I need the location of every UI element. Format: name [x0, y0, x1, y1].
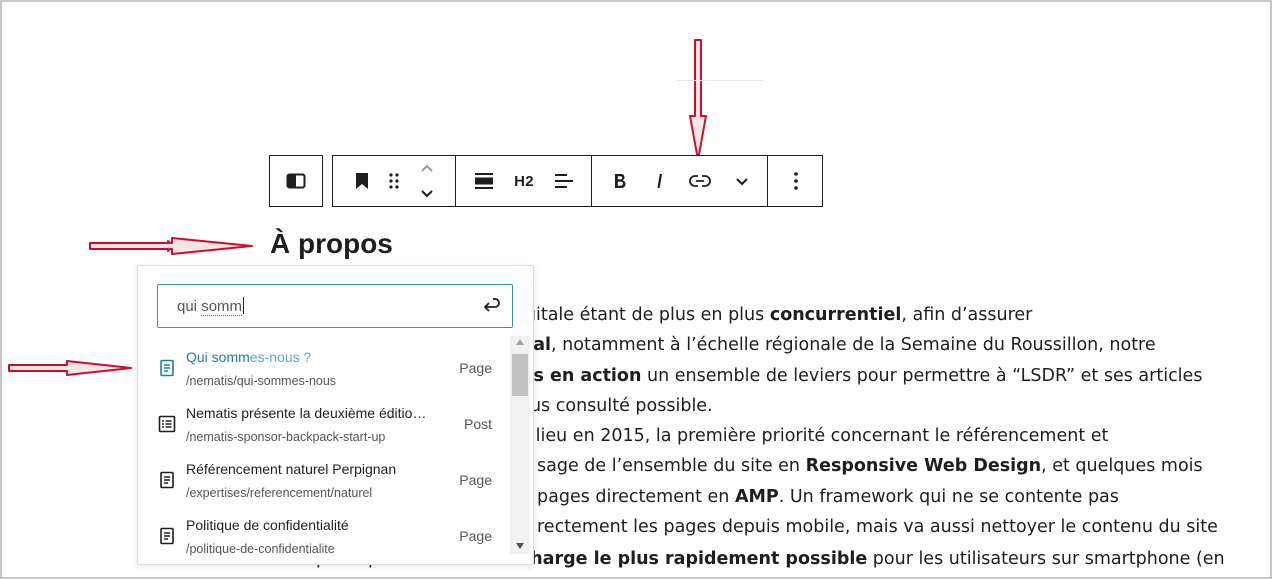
- scrollbar-thumb[interactable]: [512, 354, 528, 396]
- suggestion-title: Référencement naturel Perpignan: [186, 461, 397, 477]
- suggestion-type: Page: [459, 360, 492, 376]
- move-up-button[interactable]: [413, 156, 441, 181]
- scroll-up-icon[interactable]: [516, 339, 524, 345]
- chevron-up-icon: [421, 164, 433, 172]
- drag-handle[interactable]: [381, 156, 407, 206]
- link-icon: [689, 175, 711, 187]
- annotation-arrow-right-result: [8, 360, 132, 376]
- suggestion-url: /nematis-sponsor-backpack-start-up: [186, 430, 386, 444]
- heading-level-button[interactable]: H2: [507, 156, 541, 206]
- parent-block-toolbar: [269, 155, 323, 207]
- toolbar-separator: [591, 156, 592, 206]
- paragraph-line: rectement les pages depuis mobile, mais …: [537, 517, 1218, 537]
- suggestion-type: Page: [459, 472, 492, 488]
- suggestion-type: Post: [463, 416, 492, 432]
- suggestion-title: Qui sommes-nous ?: [186, 349, 312, 365]
- bold-button[interactable]: [605, 156, 635, 206]
- divider: [676, 80, 764, 81]
- page-icon: [160, 527, 174, 545]
- page-icon: [160, 359, 174, 377]
- bold-icon: [615, 174, 626, 188]
- align-left-icon: [555, 174, 573, 188]
- enter-icon: [483, 298, 500, 312]
- chevron-down-icon: [421, 190, 433, 198]
- select-parent-button[interactable]: [270, 156, 322, 206]
- more-formatting-button[interactable]: [727, 156, 757, 206]
- toolbar-separator: [455, 156, 456, 206]
- link-search-input[interactable]: qui somm: [157, 284, 513, 328]
- link-suggestion-item[interactable]: Politique de confidentialité /politique-…: [138, 510, 508, 564]
- paragraph-line: igitale étant de plus en plus concurrent…: [520, 305, 1033, 325]
- suggestion-url: /nematis/qui-sommes-nous: [186, 374, 337, 388]
- suggestion-url: /expertises/referencement/naturel: [186, 486, 373, 500]
- move-down-button[interactable]: [413, 181, 441, 206]
- annotation-arrow-down: [689, 39, 707, 161]
- block-toolbar: H2: [332, 155, 823, 207]
- paragraph-line: pages directement en AMP. Un framework q…: [537, 487, 1119, 507]
- link-button[interactable]: [683, 156, 717, 206]
- page-heading[interactable]: À propos: [270, 228, 393, 260]
- submit-link-button[interactable]: [480, 295, 502, 317]
- drag-icon: [389, 173, 399, 189]
- text-align-button[interactable]: [549, 156, 579, 206]
- bookmark-button[interactable]: [347, 156, 377, 206]
- scroll-down-icon[interactable]: [516, 543, 524, 549]
- suggestion-title: Politique de confidentialité: [186, 517, 349, 533]
- align-button[interactable]: [469, 156, 499, 206]
- post-icon: [158, 415, 176, 433]
- align-full-icon: [475, 173, 493, 189]
- page-icon: [160, 471, 174, 489]
- annotation-arrow-right-heading: [89, 237, 253, 255]
- suggestion-type: Page: [459, 528, 492, 544]
- paragraph-line: nis en action un ensemble de leviers pou…: [515, 366, 1203, 386]
- link-suggestion-item[interactable]: Référencement naturel Perpignan /experti…: [138, 454, 508, 510]
- more-vertical-icon: [794, 172, 798, 190]
- paragraph-line: mal, notamment à l’échelle régionale de …: [515, 335, 1156, 355]
- paragraph-line: u lieu en 2015, la première priorité con…: [519, 426, 1109, 446]
- suggestions-scrollbar[interactable]: [510, 336, 530, 554]
- options-button[interactable]: [781, 156, 811, 206]
- italic-icon: [657, 173, 663, 189]
- link-suggestion-item[interactable]: Qui sommes-nous ? /nematis/qui-sommes-no…: [138, 342, 508, 398]
- chevron-down-icon: [736, 177, 748, 185]
- paragraph-line: sage de l’ensemble du site en Responsive…: [537, 456, 1203, 476]
- italic-button[interactable]: [645, 156, 675, 206]
- columns-icon: [286, 173, 306, 189]
- paragraph-line: plus consulté possible.: [514, 396, 713, 416]
- link-suggestion-item[interactable]: Nematis présente la deuxième éditio… /ne…: [138, 398, 508, 454]
- bookmark-icon: [356, 173, 368, 189]
- toolbar-separator: [767, 156, 768, 206]
- suggestion-url: /politique-de-confidentialite: [186, 542, 335, 556]
- link-search-value: qui somm: [177, 297, 245, 316]
- suggestion-title: Nematis présente la deuxième éditio…: [186, 405, 427, 421]
- link-popover: qui somm Qui sommes-nous ? /nematis/qui-…: [137, 265, 534, 565]
